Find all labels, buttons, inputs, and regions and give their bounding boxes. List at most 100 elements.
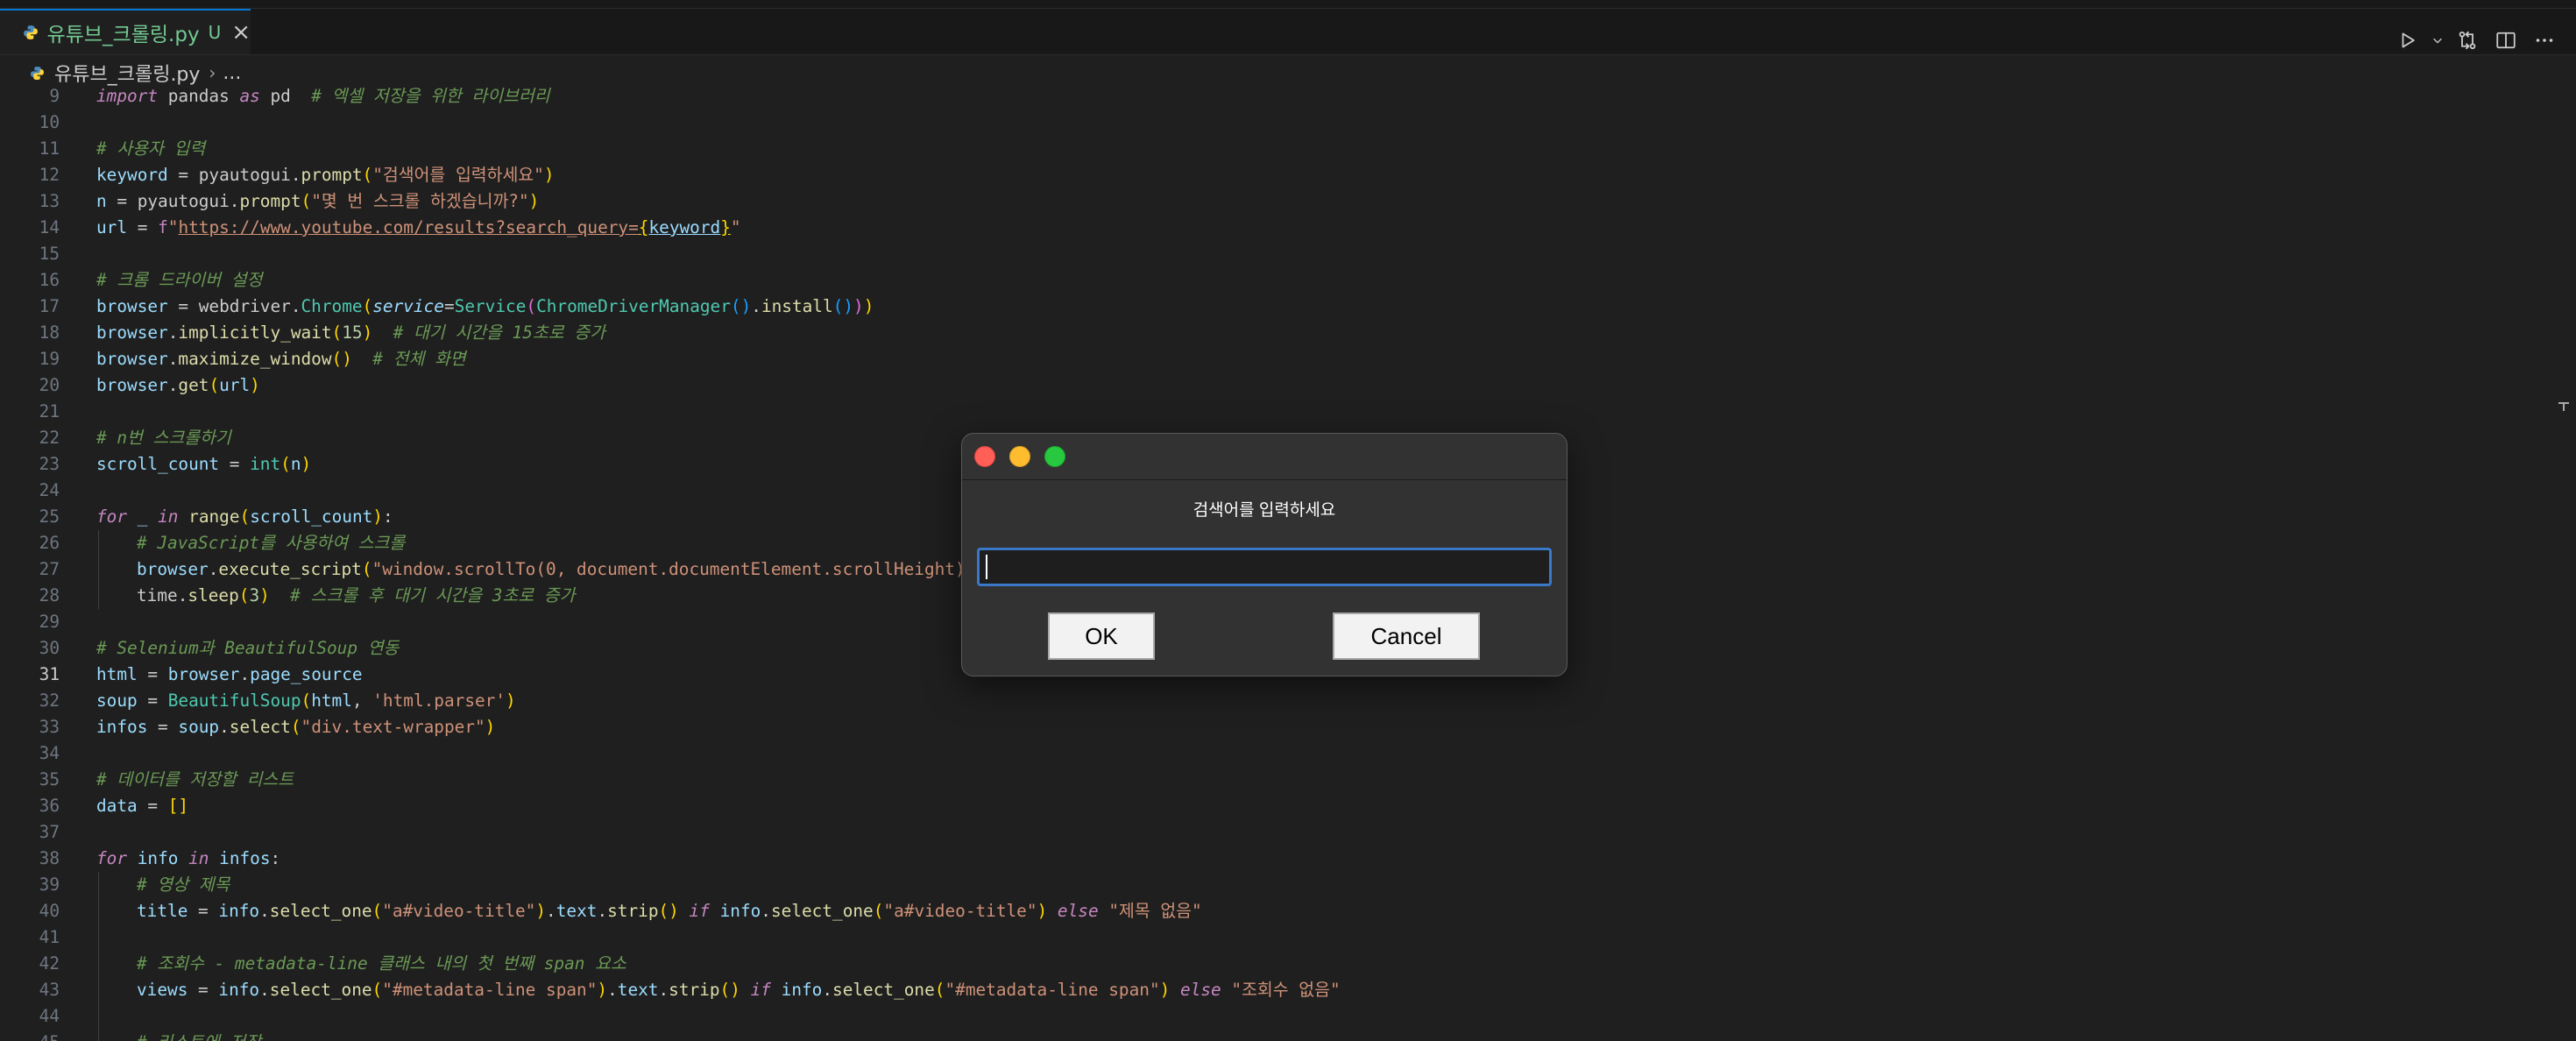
chevron-right-icon: › [209, 62, 216, 83]
line-number: 22 [39, 428, 60, 448]
code-text: browser.implicitly_wait(15) # 대기 시간을 15초… [96, 320, 605, 346]
scrollbar-cursor-marker [2557, 400, 2571, 412]
code-token: service [372, 296, 444, 316]
code-token: = [443, 296, 455, 316]
code-line: 45 # 리스트에 저장 [0, 1030, 2576, 1041]
code-token: . [546, 901, 556, 921]
search-keyword-input[interactable] [977, 548, 1552, 586]
line-number: 34 [39, 743, 60, 763]
tab-bar: 유튜브_크롤링.py U × [0, 9, 2576, 55]
close-icon[interactable]: × [231, 21, 251, 44]
code-token: ( [873, 901, 884, 921]
code-token: } [720, 217, 731, 237]
code-token: else [1057, 901, 1099, 921]
code-token: ) [259, 585, 270, 605]
code-text: # 리스트에 저장 [137, 1030, 261, 1041]
code-token: "검색어를 입력하세요" [372, 165, 544, 185]
code-token: , [351, 690, 373, 711]
code-token: . [822, 980, 833, 1000]
code-token: if [689, 901, 710, 921]
close-window-icon[interactable] [974, 446, 995, 467]
code-token: ( [372, 901, 383, 921]
line-number: 43 [39, 980, 60, 1000]
tab-editor-file[interactable]: 유튜브_크롤링.py U × [0, 9, 251, 54]
code-token: url [96, 217, 128, 237]
indent-guide [98, 872, 99, 1041]
code-text: browser.execute_script("window.scrollTo(… [137, 556, 996, 583]
code-token: = pyautogui. [167, 165, 301, 185]
code-token: " [167, 217, 179, 237]
code-token: BeautifulSoup [167, 690, 301, 711]
code-text: soup = BeautifulSoup(html, 'html.parser'… [96, 688, 516, 714]
code-token: scroll_count [96, 454, 220, 474]
line-number: 42 [39, 953, 60, 974]
code-text: keyword = pyautogui.prompt("검색어를 입력하세요") [96, 162, 555, 188]
code-token: info [781, 980, 823, 1000]
code-token: # 엑셀 저장을 위한 라이브러리 [311, 86, 550, 106]
code-token: "조회수 없음" [1231, 980, 1341, 1000]
code-token: = pyautogui. [106, 191, 240, 211]
code-token: ( [239, 506, 251, 527]
code-line: 38 for info in infos: [0, 846, 2576, 872]
code-token: ) [485, 717, 496, 737]
code-token: : [270, 848, 281, 868]
code-token: views [137, 980, 188, 1000]
code-token: . [219, 717, 230, 737]
code-line: 42 # 조회수 - metadata-line 클래스 내의 첫 번째 span… [0, 951, 2576, 977]
compare-changes-icon[interactable] [2448, 21, 2487, 60]
code-token: 'html.parser' [372, 690, 506, 711]
zoom-window-icon[interactable] [1044, 446, 1065, 467]
code-token: ( [209, 375, 220, 395]
ok-button[interactable]: OK [1048, 613, 1155, 660]
input-prompt-dialog: 검색어를 입력하세요 OK Cancel [961, 433, 1568, 676]
more-actions-icon[interactable] [2525, 21, 2564, 60]
line-number: 35 [39, 769, 60, 790]
line-number: 33 [39, 717, 60, 737]
code-token: title [137, 901, 188, 921]
code-token: f [158, 217, 168, 237]
code-text: # JavaScript를 사용하여 스크롤 [137, 530, 405, 556]
code-token: : [382, 506, 393, 527]
line-number: 45 [0, 1030, 60, 1041]
minimize-window-icon[interactable] [1009, 446, 1030, 467]
code-token: "a#video-title" [382, 901, 536, 921]
indent-guide [98, 530, 99, 609]
code-line: 44 [0, 1003, 2576, 1030]
line-number: 23 [39, 454, 60, 474]
code-token: ) [528, 191, 540, 211]
code-line: 16 # 크롬 드라이버 설정 [0, 267, 2576, 294]
code-token: ) [250, 375, 260, 395]
code-token: ( [526, 296, 537, 316]
code-token: page_source [250, 664, 363, 684]
cancel-button[interactable]: Cancel [1333, 613, 1480, 660]
line-number: 15 [39, 244, 60, 264]
code-text: time.sleep(3) # 스크롤 후 대기 시간을 3초로 증가 [137, 583, 575, 609]
code-token: else [1180, 980, 1221, 1000]
code-token: Service [454, 296, 527, 316]
code-token: in [158, 506, 179, 527]
code-token: strip [607, 901, 659, 921]
code-token: = [127, 217, 159, 237]
code-token: () [832, 296, 854, 316]
chevron-down-icon[interactable] [2427, 21, 2448, 60]
code-token: ) [301, 454, 312, 474]
code-token: 15 [342, 322, 363, 343]
code-token: scroll_count [250, 506, 373, 527]
code-token: # Selenium과 BeautifulSoup 연동 [96, 638, 400, 658]
code-text: scroll_count = int(n) [96, 451, 311, 478]
code-token: browser [96, 349, 168, 369]
line-number: 12 [39, 165, 60, 185]
split-editor-icon[interactable] [2487, 21, 2525, 60]
code-token: # 리스트에 저장 [137, 1032, 261, 1041]
code-token: . [167, 349, 179, 369]
run-icon[interactable] [2388, 21, 2427, 60]
breadcrumb-more[interactable]: ... [223, 62, 241, 84]
code-line: 33 infos = soup.select("div.text-wrapper"… [0, 714, 2576, 740]
line-number: 40 [39, 901, 60, 921]
